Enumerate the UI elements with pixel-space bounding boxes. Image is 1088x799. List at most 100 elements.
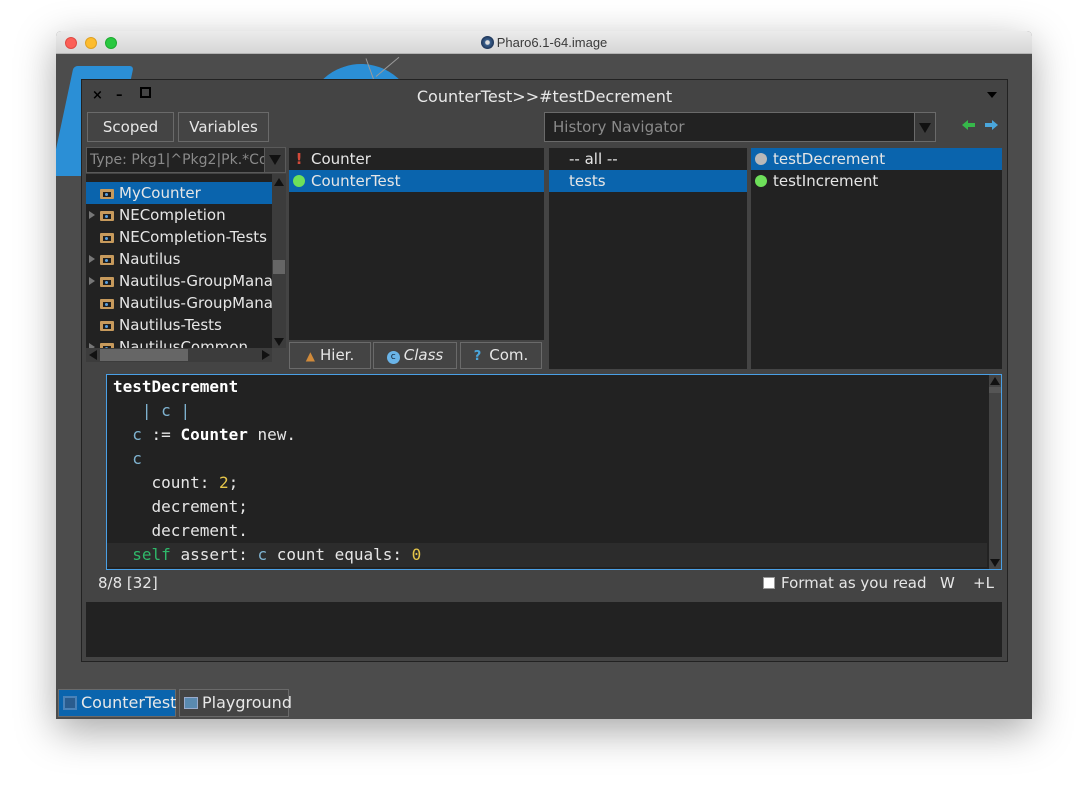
temp-vars: | c | xyxy=(141,401,191,420)
system-browser-window: × – CounterTest>>#testDecrement Scoped V… xyxy=(81,79,1008,662)
method-item[interactable]: testDecrement xyxy=(751,148,1002,170)
code-token: decrement; xyxy=(151,497,248,516)
package-folder-icon xyxy=(100,321,114,331)
hscroll-thumb[interactable] xyxy=(100,349,188,361)
code-token: c xyxy=(257,545,268,564)
scroll-thumb[interactable] xyxy=(989,387,1001,393)
protocol-list[interactable]: -- all -- tests xyxy=(549,148,747,369)
editor-status-bar: 8/8 [32] Format as you read W +L xyxy=(86,570,1002,596)
package-folder-icon xyxy=(100,255,114,265)
cursor-position: 8/8 [32] xyxy=(98,574,158,592)
code-token: 2 xyxy=(218,473,229,492)
method-item[interactable]: testIncrement xyxy=(751,170,1002,192)
class-item[interactable]: CounterTest xyxy=(289,170,544,192)
code-line: testDecrement xyxy=(107,375,987,399)
line-numbers-toggle[interactable]: +L xyxy=(973,570,994,596)
code-token: assert: xyxy=(180,545,248,564)
package-name: NECompletion xyxy=(119,206,226,224)
scroll-left-icon[interactable] xyxy=(89,350,97,360)
window-menu-icon[interactable] xyxy=(987,92,997,98)
protocol-name: tests xyxy=(569,172,606,190)
browser-titlebar[interactable]: × – CounterTest>>#testDecrement xyxy=(82,80,1007,110)
code-token: count equals: xyxy=(276,545,403,564)
history-navigator-dropdown[interactable]: History Navigator xyxy=(544,112,936,142)
format-as-you-read-label[interactable]: Format as you read xyxy=(781,570,927,596)
bottom-panel xyxy=(86,602,1002,657)
package-item[interactable]: NECompletion-Tests xyxy=(86,226,272,248)
method-name: testDecrement xyxy=(773,150,886,168)
class-tab-label: Class xyxy=(403,346,444,364)
history-dropdown-button[interactable] xyxy=(914,112,936,142)
package-name: Nautilus xyxy=(119,250,181,268)
package-folder-icon xyxy=(100,211,114,221)
package-item[interactable]: MyCounter xyxy=(86,182,272,204)
package-item[interactable]: Nautilus xyxy=(86,248,272,270)
class-name: Counter xyxy=(311,150,371,168)
scroll-down-icon[interactable] xyxy=(990,559,1000,567)
package-item[interactable]: NECompletion xyxy=(86,204,272,226)
package-filter-input[interactable]: Type: Pkg1|^Pkg2|Pk.*Co xyxy=(86,147,286,173)
package-item[interactable]: Nautilus-GroupMana xyxy=(86,292,272,314)
expand-arrow-icon[interactable] xyxy=(89,255,95,263)
code-editor[interactable]: testDecrement | c | c := Counter new. c … xyxy=(106,374,1002,570)
test-pass-icon[interactable] xyxy=(755,175,767,187)
class-tab[interactable]: c Class xyxy=(373,342,457,369)
comment-tab[interactable]: ? Com. xyxy=(460,342,542,369)
package-list-vscrollbar[interactable] xyxy=(272,174,286,348)
package-list[interactable]: MyCounter NECompletion NECompletion-Tests N… xyxy=(86,174,272,348)
package-filter-dropdown[interactable] xyxy=(264,147,286,173)
taskbar-tab-label: CounterTest xyxy=(81,693,177,712)
scroll-up-icon[interactable] xyxy=(274,178,284,186)
history-forward-icon[interactable] xyxy=(984,120,998,130)
comment-icon: ? xyxy=(473,349,482,364)
package-item[interactable]: NautilusCommon xyxy=(86,336,272,348)
scoped-button[interactable]: Scoped xyxy=(87,112,174,142)
os-window-title: Pharo6.1-64.image xyxy=(56,35,1032,50)
package-folder-icon xyxy=(100,189,114,199)
package-item[interactable]: Nautilus-Tests xyxy=(86,314,272,336)
code-vscrollbar[interactable] xyxy=(989,375,1001,569)
history-back-icon[interactable] xyxy=(962,120,976,130)
class-list[interactable]: ! Counter CounterTest xyxy=(289,148,544,340)
protocol-item[interactable]: tests xyxy=(549,170,747,192)
expand-arrow-icon[interactable] xyxy=(89,277,95,285)
package-folder-icon xyxy=(100,299,114,309)
os-titlebar: Pharo6.1-64.image xyxy=(56,31,1032,54)
class-item[interactable]: ! Counter xyxy=(289,148,544,170)
taskbar-tab-countertest[interactable]: CounterTest xyxy=(58,689,176,717)
code-token: Counter xyxy=(180,425,248,444)
browser-title: CounterTest>>#testDecrement xyxy=(416,87,673,106)
package-name: Nautilus-GroupMana xyxy=(119,272,272,290)
variables-button[interactable]: Variables xyxy=(178,112,269,142)
test-untested-icon[interactable] xyxy=(755,153,767,165)
class-name: CounterTest xyxy=(311,172,401,190)
code-line: count: 2; xyxy=(107,471,987,495)
scroll-up-icon[interactable] xyxy=(990,377,1000,385)
code-line: | c | xyxy=(107,399,987,423)
error-icon: ! xyxy=(295,150,303,168)
package-item[interactable]: Nautilus-GroupMana xyxy=(86,270,272,292)
code-line: decrement; xyxy=(107,495,987,519)
hierarchy-tab[interactable]: ▲ Hier. xyxy=(289,342,371,369)
pharo-world: × – CounterTest>>#testDecrement Scoped V… xyxy=(56,54,1032,719)
code-token: c xyxy=(132,425,142,444)
scroll-thumb[interactable] xyxy=(273,260,285,274)
protocol-item[interactable]: -- all -- xyxy=(549,148,747,170)
wrap-toggle[interactable]: W xyxy=(940,570,955,596)
code-token: self xyxy=(132,545,171,564)
package-name: Nautilus-GroupMana xyxy=(119,294,272,312)
chevron-down-icon xyxy=(269,155,281,165)
method-list[interactable]: testDecrement testIncrement xyxy=(751,148,1002,369)
package-name: Nautilus-Tests xyxy=(119,316,222,334)
os-window: Pharo6.1-64.image × – CounterTest>>#test… xyxy=(56,31,1032,719)
scroll-right-icon[interactable] xyxy=(262,350,270,360)
method-signature: testDecrement xyxy=(113,377,239,396)
expand-arrow-icon[interactable] xyxy=(89,211,95,219)
taskbar-tab-playground[interactable]: Playground xyxy=(179,689,292,717)
scroll-down-icon[interactable] xyxy=(274,338,284,346)
package-name: NautilusCommon xyxy=(119,338,249,348)
code-token: ; xyxy=(228,473,239,492)
package-list-hscrollbar[interactable] xyxy=(86,348,272,362)
test-pass-icon xyxy=(293,175,305,187)
format-as-you-read-checkbox[interactable] xyxy=(763,577,775,589)
